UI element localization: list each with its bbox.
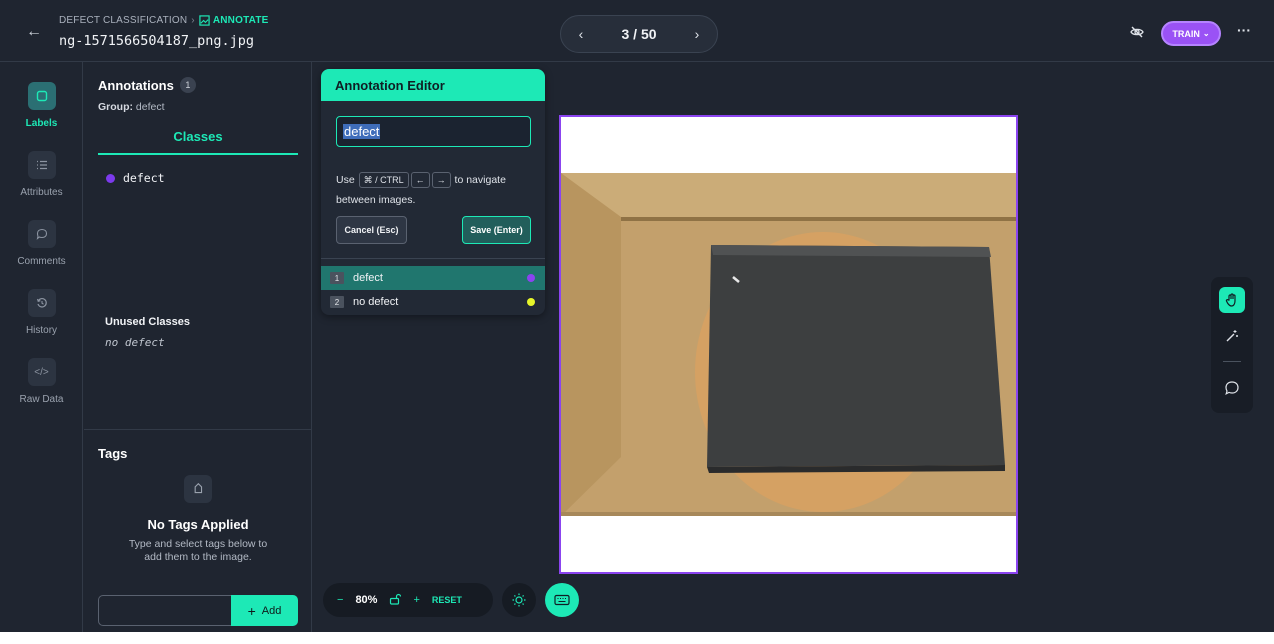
- option-number: 1: [330, 272, 344, 284]
- annotations-title-text: Annotations: [98, 77, 174, 93]
- code-icon: </>: [27, 358, 56, 386]
- group-value: defect: [135, 101, 165, 113]
- label-icon: [27, 82, 56, 110]
- app-window: ← DEFECT CLASSIFICATION › ANNOTATE ng-15…: [0, 0, 1274, 632]
- navigation-hint: Use ⌘ / CTRL ← → to navigate between image…: [336, 170, 536, 210]
- history-icon: [27, 289, 56, 317]
- option-label: no defect: [353, 296, 399, 308]
- right-arrow-key: →: [431, 172, 451, 188]
- list-icon: [27, 151, 56, 179]
- file-name: ng-1571566504187_png.jpg: [59, 33, 255, 49]
- tab-classes[interactable]: Classes: [98, 129, 298, 155]
- unlock-icon[interactable]: [389, 593, 402, 608]
- next-image-icon[interactable]: ›: [689, 26, 705, 42]
- option-number: 2: [330, 296, 344, 308]
- annotations-title: Annotations 1: [98, 77, 196, 93]
- add-tag-button[interactable]: + Add: [231, 595, 298, 626]
- chevron-down-icon: ⌄: [1202, 29, 1210, 38]
- train-label: TRAIN: [1172, 28, 1200, 39]
- save-button[interactable]: Save (Enter): [462, 216, 531, 244]
- breadcrumb: DEFECT CLASSIFICATION › ANNOTATE: [59, 15, 269, 26]
- rail-label: Comments: [17, 256, 66, 267]
- no-tags-description: Type and select tags below to add them t…: [128, 538, 268, 563]
- rail-item-labels[interactable]: Labels: [0, 82, 83, 129]
- hint-use: Use: [336, 174, 355, 186]
- plus-icon: +: [247, 602, 256, 619]
- cmd-ctrl-key: ⌘ / CTRL: [358, 172, 409, 188]
- page-background-strip: [0, 632, 1274, 644]
- rail-label: History: [25, 325, 58, 336]
- previous-image-icon[interactable]: ‹: [573, 26, 589, 42]
- pager-count: 3 / 50: [621, 26, 657, 42]
- editor-title: Annotation Editor: [321, 69, 545, 101]
- left-arrow-key: ←: [410, 172, 430, 188]
- rail-item-history[interactable]: History: [0, 289, 83, 336]
- class-name-input-text: defect: [343, 124, 381, 139]
- magic-wand-icon[interactable]: [1219, 323, 1245, 349]
- annotated-image[interactable]: [559, 115, 1018, 574]
- zoom-out-button[interactable]: −: [337, 594, 343, 606]
- image-pager: ‹ 3 / 50 ›: [560, 15, 718, 53]
- rail-item-comments[interactable]: Comments: [0, 220, 83, 267]
- unused-classes-title: Unused Classes: [105, 316, 190, 328]
- tag-input[interactable]: [98, 595, 232, 626]
- reset-zoom-button[interactable]: RESET: [432, 595, 462, 605]
- annotation-editor: Annotation Editor defect Use ⌘ / CTRL ← → …: [321, 69, 545, 315]
- breadcrumb-current-label: ANNOTATE: [212, 15, 269, 26]
- breadcrumb-current: ANNOTATE: [199, 15, 269, 26]
- class-option-no-defect[interactable]: 2 no defect: [321, 290, 545, 314]
- back-arrow-icon[interactable]: ←: [24, 22, 44, 42]
- unused-class-item[interactable]: no defect: [105, 336, 165, 349]
- rail-label: Labels: [25, 118, 58, 129]
- top-bar: ← DEFECT CLASSIFICATION › ANNOTATE ng-15…: [0, 0, 1274, 62]
- comment-tool-icon[interactable]: [1219, 375, 1245, 401]
- left-rail: Labels Attributes Comments History </> R…: [0, 62, 83, 632]
- tag-icon: [184, 475, 212, 503]
- rail-item-attributes[interactable]: Attributes: [0, 151, 83, 198]
- add-label: Add: [261, 604, 282, 617]
- brightness-icon[interactable]: [502, 583, 536, 617]
- canvas-tools: [1211, 277, 1253, 413]
- rail-label: Attributes: [20, 187, 63, 198]
- eye-off-icon[interactable]: [1129, 24, 1145, 40]
- train-dropdown-button[interactable]: TRAIN ⌄: [1161, 21, 1221, 46]
- group-line: Group: defect: [98, 101, 165, 113]
- zoom-level: 80%: [355, 594, 378, 606]
- option-label: defect: [353, 272, 383, 284]
- annotate-icon: [199, 15, 210, 26]
- class-color-dot: [106, 173, 115, 183]
- comment-icon: [27, 220, 56, 248]
- more-options-icon[interactable]: ···: [1236, 22, 1252, 42]
- group-label: Group:: [98, 101, 133, 113]
- class-list-item[interactable]: defect: [106, 171, 165, 185]
- zoom-bar: − 80% + RESET: [323, 583, 493, 617]
- annotations-count-badge: 1: [179, 77, 196, 93]
- product-photo: [561, 117, 1016, 572]
- divider: [1223, 361, 1241, 362]
- annotations-panel: Annotations 1 Group: defect Classes defe…: [84, 62, 312, 632]
- option-color-dot: [527, 274, 535, 282]
- option-color-dot: [527, 298, 535, 306]
- class-name: defect: [123, 171, 165, 185]
- class-name-input[interactable]: defect: [336, 116, 531, 147]
- divider: [321, 258, 545, 259]
- tags-title: Tags: [98, 446, 128, 461]
- rail-label: Raw Data: [19, 394, 64, 405]
- breadcrumb-separator-icon: ›: [191, 15, 195, 26]
- cancel-button[interactable]: Cancel (Esc): [336, 216, 407, 244]
- class-option-defect[interactable]: 1 defect: [321, 266, 545, 290]
- pan-hand-icon[interactable]: [1219, 287, 1245, 313]
- divider: [84, 429, 312, 430]
- zoom-in-button[interactable]: +: [413, 594, 419, 606]
- rail-item-raw-data[interactable]: </> Raw Data: [0, 358, 83, 405]
- breadcrumb-parent[interactable]: DEFECT CLASSIFICATION: [59, 15, 187, 26]
- no-tags-title: No Tags Applied: [147, 517, 249, 532]
- keyboard-shortcuts-icon[interactable]: [545, 583, 579, 617]
